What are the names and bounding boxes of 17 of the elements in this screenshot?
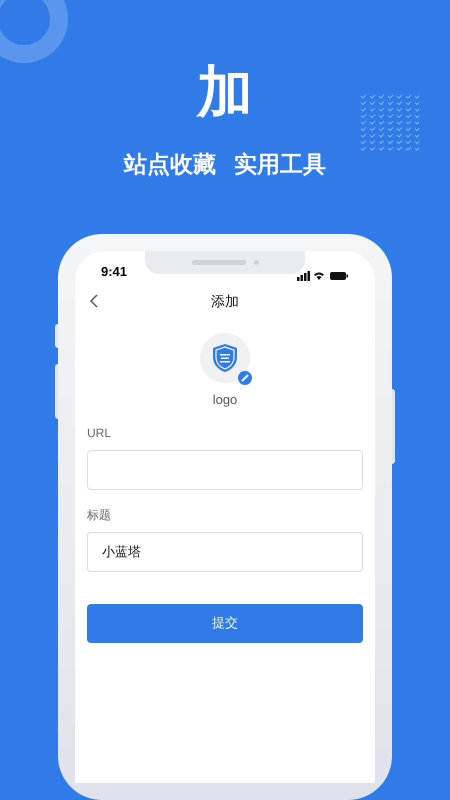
headline: 加 <box>197 62 253 122</box>
edit-icon[interactable] <box>238 371 252 385</box>
back-icon[interactable] <box>90 294 98 308</box>
submit-button[interactable]: 提交 <box>87 604 363 642</box>
tagline: 实用工具 <box>234 150 326 178</box>
tagline: 站点收藏 <box>124 150 216 178</box>
page-title: 添加 <box>211 292 239 310</box>
shield-icon <box>212 343 238 373</box>
status-time: 9:41 <box>101 262 128 280</box>
input-field[interactable]: 小蓝塔 <box>87 532 363 572</box>
logo-picker[interactable] <box>200 333 250 383</box>
field-label: URL <box>87 424 112 442</box>
input-field[interactable] <box>87 450 363 490</box>
field-label: 标题 <box>87 506 111 524</box>
logo-label: logo <box>212 391 238 409</box>
dot-pattern <box>360 93 419 152</box>
status-icons <box>297 271 349 281</box>
